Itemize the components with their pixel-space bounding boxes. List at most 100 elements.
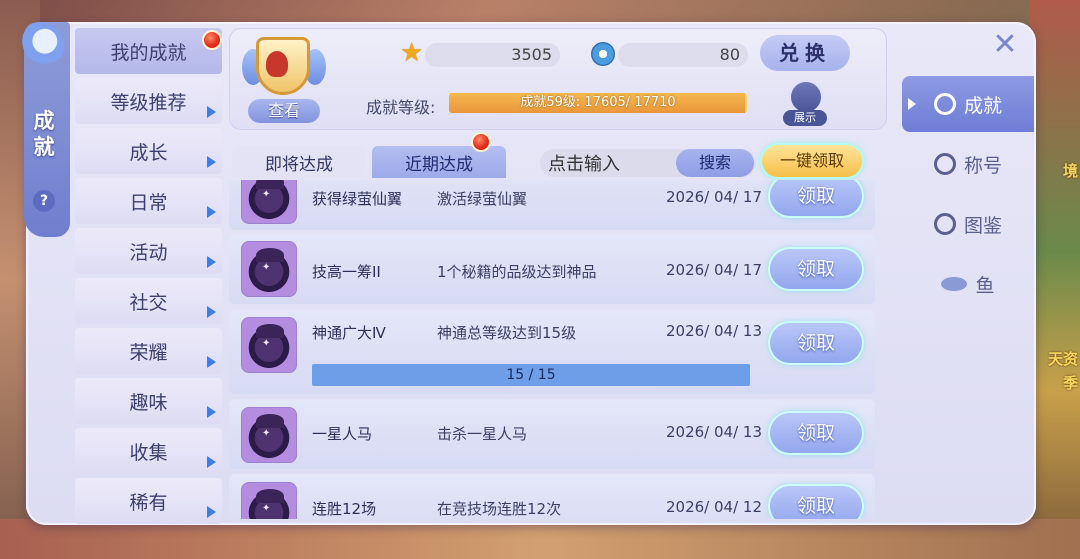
achievement-description: 神通总等级达到15级 [437,324,577,342]
achievement-avatar [241,180,297,224]
claim-button[interactable]: 领取 [770,486,862,519]
category-label: 荣耀 [129,341,168,364]
side-navigation: 成就 称号 图鉴 鱼 [902,72,1034,452]
showcase-label: 展示 [783,110,827,126]
help-icon[interactable]: ? [33,190,55,212]
showcase-button[interactable]: 展示 [783,80,827,126]
category-label: 稀有 [129,491,168,514]
side-tab-collection[interactable]: 图鉴 [902,196,1034,252]
search-input[interactable] [546,149,680,179]
expand-arrow-icon [207,156,216,168]
category-honor[interactable]: 荣耀 [75,328,222,374]
active-indicator-icon [908,98,916,110]
category-growth[interactable]: 成长 [75,128,222,174]
collection-icon [933,213,956,235]
achievement-badge[interactable] [242,35,326,97]
achievement-title: 神通广大Ⅳ [312,324,386,342]
category-level-recommend[interactable]: 等级推荐 [75,78,222,124]
expand-arrow-icon [207,506,216,518]
category-social[interactable]: 社交 [75,278,222,324]
category-label: 等级推荐 [110,91,187,114]
side-tab-title[interactable]: 称号 [902,136,1034,192]
achievement-title: 连胜12场 [312,500,377,518]
level-progress-text: 成就59级: 17605/ 17710 [520,95,676,110]
list-item: 技高一筹II 1个秘籍的品级达到神品 2026/ 04/ 17 领取 [229,233,875,304]
medal-icon [591,42,615,66]
expand-arrow-icon [207,256,216,268]
achievement-date: 2026/ 04/ 13 [666,423,762,441]
side-tab-fish[interactable]: 鱼 [902,256,1034,312]
achievement-icon [933,93,956,115]
claim-button[interactable]: 领取 [770,180,862,216]
list-item: 一星人马 击杀一星人马 2026/ 04/ 13 领取 [229,399,875,469]
tab-recent[interactable]: 近期达成 [372,146,506,178]
list-item: 连胜12场 在竞技场连胜12次 2026/ 04/ 12 领取 [229,474,875,519]
category-activity[interactable]: 活动 [75,228,222,274]
achievement-date: 2026/ 04/ 13 [666,322,762,340]
badge-fox-icon [266,51,288,77]
expand-arrow-icon [207,206,216,218]
notification-dot [202,30,222,50]
medal-points: 80 [618,43,748,67]
category-collection[interactable]: 收集 [75,428,222,474]
close-icon[interactable]: ✕ [990,30,1020,60]
expand-arrow-icon [207,406,216,418]
showcase-cards-icon [789,80,823,114]
search-button[interactable]: 搜索 [676,149,754,177]
level-progress-bar: 成就59级: 17605/ 17710 [449,93,747,113]
list-item: 获得绿萤仙翼 激活绿萤仙翼 2026/ 04/ 17 领取 [229,180,875,230]
achievement-date: 2026/ 04/ 12 [666,498,762,516]
category-label: 社交 [129,291,168,314]
category-label: 成长 [129,141,168,164]
achievement-description: 在竞技场连胜12次 [437,500,562,518]
side-tab-achievement[interactable]: 成就 [902,76,1034,132]
category-label: 趣味 [129,391,168,414]
achievement-avatar [241,407,297,463]
view-button[interactable]: 查看 [248,99,320,123]
moon-icon [16,22,64,70]
achievement-date: 2026/ 04/ 17 [666,188,762,206]
exchange-button[interactable]: 兑换 [760,35,850,71]
side-tab-label: 成就 [963,94,1002,117]
claim-button[interactable]: 领取 [770,249,862,289]
background-text: 境 [1062,162,1078,180]
level-label: 成就等级: [366,98,436,117]
background-text: 季 [1062,374,1078,392]
panel-title: 成就 [33,109,55,159]
achievement-progress-bar: 15 / 15 [312,364,750,386]
achievement-title: 获得绿萤仙翼 [312,190,403,208]
category-daily[interactable]: 日常 [75,178,222,224]
achievement-avatar [241,241,297,297]
side-tab-label: 称号 [963,154,1002,177]
claim-button[interactable]: 领取 [770,323,862,363]
category-label: 我的成就 [110,41,187,64]
side-tab-label: 图鉴 [963,214,1002,237]
category-label: 活动 [129,241,168,264]
scene-background-bottom [0,519,1080,559]
expand-arrow-icon [207,356,216,368]
scene-background-right: 境 天资 季 [1030,0,1080,559]
notification-dot [471,132,491,152]
claim-all-button[interactable]: 一键领取 [762,145,862,177]
side-tab-label: 鱼 [975,274,995,297]
list-item: 神通广大Ⅳ 神通总等级达到15级 2026/ 04/ 13 15 / 15 领取 [229,309,875,394]
category-my-achievements[interactable]: 我的成就 [75,28,222,74]
expand-arrow-icon [207,306,216,318]
achievement-list[interactable]: 获得绿萤仙翼 激活绿萤仙翼 2026/ 04/ 17 领取 技高一筹II 1个秘… [229,180,875,519]
achievement-description: 击杀一星人马 [437,425,528,443]
achievement-title: 一星人马 [312,425,373,443]
star-icon: ★ [400,38,424,68]
achievement-avatar [241,317,297,373]
category-label: 日常 [129,191,168,214]
category-rare[interactable]: 稀有 [75,478,222,524]
achievement-avatar [241,482,297,519]
achievement-description: 1个秘籍的品级达到神品 [437,263,597,281]
claim-button[interactable]: 领取 [770,413,862,453]
category-fun[interactable]: 趣味 [75,378,222,424]
category-label: 收集 [129,441,168,464]
fish-icon [941,277,968,291]
tab-upcoming[interactable]: 即将达成 [232,146,366,178]
achievement-description: 激活绿萤仙翼 [437,190,528,208]
expand-arrow-icon [207,106,216,118]
star-points: 3505 [425,43,560,67]
